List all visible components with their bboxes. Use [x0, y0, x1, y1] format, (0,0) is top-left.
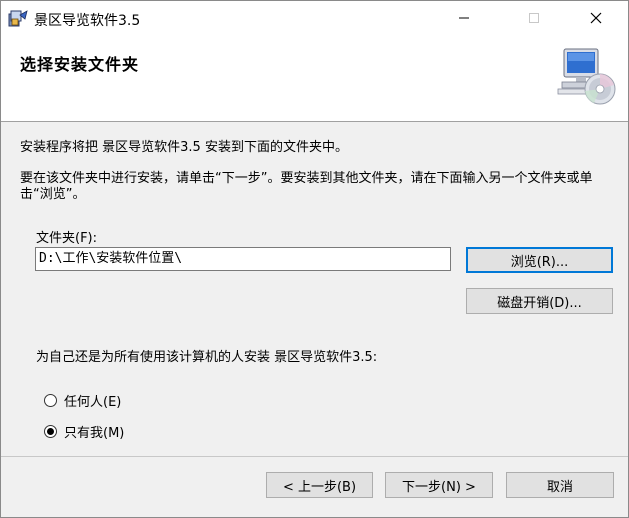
folder-label: 文件夹(F): [36, 231, 98, 246]
installer-app-icon [8, 10, 28, 27]
radio-just-me-label: 只有我(M) [64, 426, 125, 441]
page-title: 选择安装文件夹 [20, 55, 140, 74]
next-button[interactable]: 下一步(N) > [385, 472, 493, 498]
close-icon [590, 12, 602, 24]
radio-everyone[interactable]: 任何人(E) [44, 391, 121, 410]
install-for-label: 为自己还是为所有使用该计算机的人安装 景区导览软件3.5: [36, 350, 378, 365]
radio-everyone-circle[interactable] [44, 394, 57, 407]
computer-cd-icon [557, 48, 616, 105]
maximize-icon [529, 13, 539, 23]
installer-window: 景区导览软件3.5 选择安装文件夹 安装程序将把 景区导览软件3.5 安装到下面… [0, 0, 629, 518]
page-header: 选择安装文件夹 [1, 35, 628, 122]
maximize-button[interactable] [511, 1, 557, 35]
radio-just-me-circle[interactable] [44, 425, 57, 438]
minimize-button[interactable] [441, 1, 487, 35]
browse-button[interactable]: 浏览(R)... [466, 247, 613, 273]
cancel-button[interactable]: 取消 [506, 472, 614, 498]
install-description: 安装程序将把 景区导览软件3.5 安装到下面的文件夹中。 [20, 140, 348, 155]
radio-just-me[interactable]: 只有我(M) [44, 422, 124, 441]
disk-cost-button[interactable]: 磁盘开销(D)... [466, 288, 613, 314]
back-button[interactable]: < 上一步(B) [266, 472, 373, 498]
title-bar: 景区导览软件3.5 [1, 1, 628, 35]
footer-divider [1, 456, 628, 457]
folder-path-input[interactable]: D:\工作\安装软件位置\ [35, 247, 451, 271]
window-title: 景区导览软件3.5 [34, 13, 141, 29]
minimize-icon [459, 17, 469, 19]
radio-everyone-label: 任何人(E) [64, 395, 122, 410]
install-instructions: 要在该文件夹中进行安装，请单击“下一步”。要安装到其他文件夹，请在下面输入另一个… [20, 171, 593, 202]
close-button[interactable] [573, 1, 619, 35]
